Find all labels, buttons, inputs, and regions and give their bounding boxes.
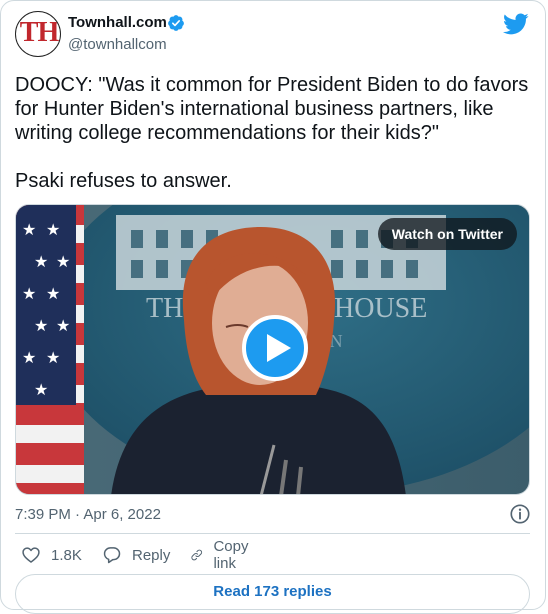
svg-text:★: ★ [22, 348, 36, 367]
svg-text:★: ★ [34, 252, 48, 271]
svg-text:★: ★ [46, 348, 60, 367]
link-icon [191, 549, 203, 561]
copy-link-button[interactable]: Copy link [190, 538, 255, 572]
svg-text:★: ★ [46, 284, 60, 303]
svg-text:★: ★ [46, 220, 60, 239]
tweet-embed-card: TH Townhall.com @townhallcom DOOCY: "Was… [0, 0, 546, 614]
info-icon[interactable] [509, 503, 531, 525]
verified-badge-icon [168, 15, 184, 31]
read-replies-button[interactable]: Read 173 replies [15, 574, 530, 614]
copy-link-label: Copy link [213, 538, 249, 572]
like-count: 1.8K [51, 546, 82, 564]
svg-text:★: ★ [34, 316, 48, 335]
twitter-bird-icon[interactable] [503, 11, 529, 37]
play-icon[interactable] [242, 315, 308, 381]
tweet-timestamp[interactable]: 7:39 PM · Apr 6, 2022 [15, 506, 161, 523]
svg-text:★: ★ [22, 220, 36, 239]
avatar-logo: TH [19, 17, 59, 48]
svg-text:★: ★ [56, 316, 70, 335]
tweet-paragraph: Psaki refuses to answer. [15, 170, 232, 192]
svg-text:★: ★ [34, 380, 48, 399]
tweet-text: DOOCY: "Was it common for President Bide… [15, 73, 535, 193]
avatar[interactable]: TH [15, 11, 61, 57]
heart-icon [22, 547, 40, 563]
reply-bubble-icon [103, 547, 121, 564]
author-display-name[interactable]: Townhall.com [68, 14, 167, 31]
svg-text:★: ★ [56, 252, 70, 271]
watch-on-twitter-button[interactable]: Watch on Twitter [377, 218, 517, 250]
svg-text:★: ★ [22, 284, 36, 303]
reply-button[interactable]: Reply [102, 544, 170, 566]
reply-label: Reply [132, 546, 171, 564]
backdrop-text: HOUSE [334, 293, 427, 324]
tweet-paragraph: DOOCY: "Was it common for President Bide… [15, 74, 529, 144]
author-handle[interactable]: @townhallcom [68, 36, 167, 53]
divider [15, 533, 530, 534]
like-button[interactable]: 1.8K [21, 544, 82, 566]
video-thumbnail[interactable]: THE HOUSE TON ★★ ★★ ★★ ★★ ★★ [15, 204, 530, 495]
